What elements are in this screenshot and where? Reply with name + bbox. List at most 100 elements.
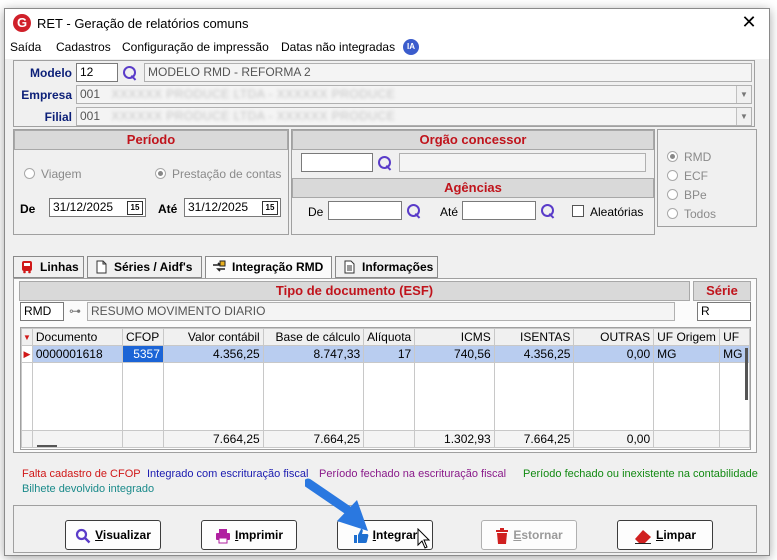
title-bar: G RET - Geração de relatórios comuns ✕ (5, 9, 769, 37)
cell-icms[interactable]: 740,56 (414, 345, 495, 363)
col-documento[interactable]: Documento (31, 328, 123, 346)
menu-datas-nao-integradas[interactable]: Datas não integradas (281, 40, 395, 54)
mouse-cursor-icon (417, 528, 431, 549)
search-icon[interactable] (122, 65, 138, 81)
total-uf (719, 430, 750, 448)
ate-date-value: 31/12/2025 (188, 200, 249, 214)
limpar-button[interactable]: Limpar (617, 520, 713, 550)
estornar-button[interactable]: Estornar (481, 520, 577, 550)
legend-falta-cfop: Falta cadastro de CFOP (22, 468, 141, 480)
magnifier-icon (75, 528, 91, 544)
serie-input[interactable]: R (697, 302, 751, 321)
orgao-code-input[interactable] (301, 153, 373, 172)
search-icon[interactable] (540, 203, 556, 219)
tab-integracao-label: Integração RMD (232, 260, 324, 274)
ate-date-input[interactable]: 31/12/2025 15 (184, 198, 281, 217)
agencias-ate-input[interactable] (462, 201, 536, 220)
aleatorias-checkbox[interactable] (572, 205, 584, 217)
col-valor-contabil[interactable]: Valor contábil (162, 328, 264, 346)
cell-documento[interactable]: 0000001618 (31, 345, 123, 363)
agencias-title: Agências (292, 178, 654, 198)
cell-cfop[interactable]: 5357 (121, 345, 164, 363)
col-base-calculo[interactable]: Base de cálculo (262, 328, 365, 346)
de-date-input[interactable]: 31/12/2025 15 (49, 198, 146, 217)
tab-content-panel: Tipo de documento (ESF) Série RMD ⊶ RESU… (13, 278, 757, 453)
orgao-name (399, 153, 646, 172)
empresa-code: 001 (80, 87, 101, 101)
tipo-relatorio-panel: RMD ECF BPe Todos (657, 129, 757, 227)
estornar-label: stornar (521, 528, 563, 542)
integration-icon (213, 260, 226, 272)
cell-isentas[interactable]: 4.356,25 (493, 345, 575, 363)
radio-rmd-label: RMD (684, 150, 712, 164)
radio-dot (667, 151, 678, 162)
empresa-label: Empresa (21, 88, 72, 102)
binoculars-icon[interactable]: ⊶ (69, 304, 81, 318)
vertical-scrollbar[interactable] (745, 348, 748, 400)
calendar-icon[interactable]: 15 (262, 201, 278, 215)
tab-series-label: Séries / Aidf's (114, 260, 193, 274)
search-icon[interactable] (377, 155, 393, 171)
total-uf-origem (653, 430, 721, 448)
tab-informacoes-label: Informações (362, 260, 434, 274)
col-uf[interactable]: UF (719, 328, 750, 346)
filial-select[interactable]: 001 XXXXXX PRODUCE LTDA - XXXXXX PRODUCE… (76, 107, 752, 126)
radio-dot (155, 168, 166, 179)
col-isentas[interactable]: ISENTAS (493, 328, 575, 346)
table-row[interactable]: ▶ 0000001618 5357 4.356,25 8.747,33 17 7… (21, 345, 750, 363)
cell-aliquota[interactable]: 17 (363, 345, 416, 363)
document-icon (96, 260, 107, 274)
horizontal-scrollbar[interactable] (37, 445, 57, 447)
modelo-code-input[interactable]: 12 (76, 63, 118, 82)
col-uf-origem[interactable]: UF Origem (653, 328, 721, 346)
trash-icon (496, 527, 509, 544)
menu-cadastros[interactable]: Cadastros (56, 40, 111, 54)
orgao-title: Orgão concessor (292, 130, 654, 150)
cell-uf-origem[interactable]: MG (653, 345, 721, 363)
tab-linhas[interactable]: Linhas (13, 256, 84, 278)
radio-rmd[interactable]: RMD (667, 150, 711, 164)
filial-label: Filial (44, 110, 72, 124)
radio-todos-label: Todos (684, 207, 717, 221)
radio-ecf[interactable]: ECF (667, 169, 708, 183)
col-cfop[interactable]: CFOP (121, 328, 164, 346)
imprimir-label: mprimir (238, 528, 284, 542)
radio-prestacao-contas[interactable]: Prestação de contas (155, 167, 281, 181)
radio-viagem[interactable]: Viagem (24, 167, 81, 181)
radio-bpe[interactable]: BPe (667, 188, 707, 202)
imprimir-button[interactable]: Imprimir (201, 520, 297, 550)
col-outras[interactable]: OUTRAS (573, 328, 655, 346)
calendar-icon[interactable]: 15 (127, 201, 143, 215)
ia-icon[interactable]: IA (403, 39, 419, 55)
tipo-documento-code-input[interactable]: RMD (20, 302, 64, 321)
sort-indicator-icon: ▼ (21, 328, 33, 346)
tab-series-aidfs[interactable]: Séries / Aidf's (87, 256, 202, 278)
modelo-description: MODELO RMD - REFORMA 2 (144, 63, 752, 82)
chevron-down-icon[interactable]: ▼ (736, 108, 751, 125)
tab-integracao-rmd[interactable]: Integração RMD (205, 256, 332, 279)
menu-saida[interactable]: Saída (10, 40, 41, 54)
radio-viagem-label: Viagem (41, 167, 82, 181)
tab-informacoes[interactable]: Informações (335, 256, 438, 278)
ate-label: Até (158, 202, 178, 216)
cell-outras[interactable]: 0,00 (573, 345, 655, 363)
chevron-down-icon[interactable]: ▼ (736, 86, 751, 103)
visualizar-label: isualizar (102, 528, 151, 542)
grid-table: ▼ Documento CFOP Valor contábil Base de … (21, 328, 750, 448)
serie-title: Série (693, 281, 751, 301)
search-icon[interactable] (406, 203, 422, 219)
close-icon[interactable]: ✕ (739, 12, 759, 33)
cell-valor-contabil[interactable]: 4.356,25 (162, 345, 264, 363)
visualizar-button[interactable]: Visualizar (65, 520, 161, 550)
radio-todos[interactable]: Todos (667, 207, 716, 221)
cell-base-calculo[interactable]: 8.747,33 (262, 345, 365, 363)
header-panel: Modelo 12 MODELO RMD - REFORMA 2 Empresa… (13, 60, 755, 127)
empresa-select[interactable]: 001 XXXXXX PRODUCE LTDA - XXXXXX PRODUCE… (76, 85, 752, 104)
menu-configuracao-impressao[interactable]: Configuração de impressão (122, 40, 269, 54)
printer-icon (215, 528, 230, 544)
agencias-de-input[interactable] (328, 201, 402, 220)
de-label: De (20, 202, 36, 216)
col-aliquota[interactable]: Alíquota (363, 328, 416, 346)
col-icms[interactable]: ICMS (414, 328, 495, 346)
agencias-ate-label: Até (440, 205, 459, 219)
